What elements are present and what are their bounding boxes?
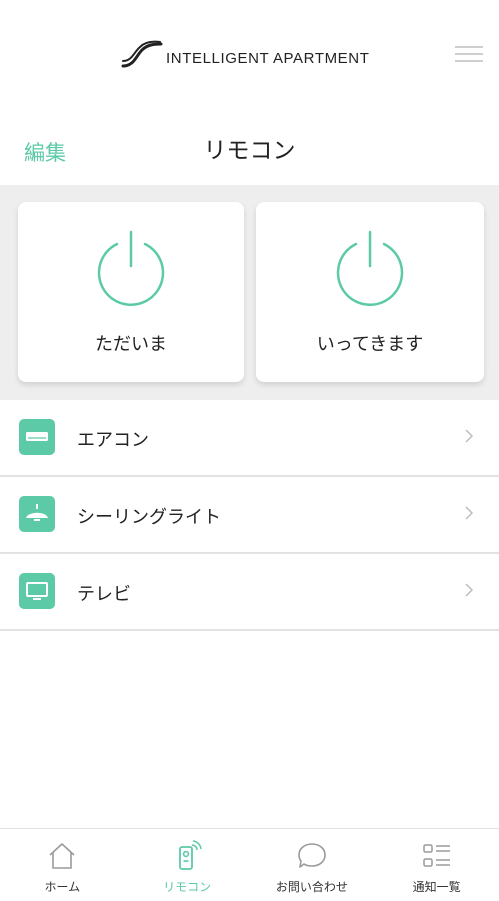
nav-notifications[interactable]: 通知一覧	[374, 829, 499, 901]
nav-home[interactable]: ホーム	[0, 829, 125, 901]
app-header: INTELLIGENT APARTMENT	[0, 0, 499, 115]
nav-remote[interactable]: リモコン	[125, 829, 250, 901]
chat-bubble-icon	[298, 843, 326, 868]
power-icon	[97, 230, 165, 306]
quick-action-label: いってきます	[316, 334, 424, 355]
brand-logo: INTELLIGENT APARTMENT	[120, 40, 369, 70]
list-item-tv[interactable]: テレビ	[0, 554, 499, 631]
wave-logo-icon	[121, 40, 163, 68]
remote-icon	[179, 840, 202, 870]
nav-label: リモコン	[163, 880, 212, 894]
device-list: エアコン シーリングライト テレビ	[0, 400, 499, 631]
list-item-air-conditioner[interactable]: エアコン	[0, 400, 499, 477]
tv-icon	[19, 573, 55, 609]
nav-label: お問い合わせ	[275, 880, 348, 894]
edit-button[interactable]: 編集	[24, 137, 66, 167]
chevron-right-icon	[465, 583, 474, 597]
ceiling-light-icon	[19, 496, 55, 532]
title-row: リモコン 編集	[0, 115, 499, 185]
list-item-label: テレビ	[77, 584, 131, 605]
power-icon	[336, 230, 404, 306]
air-conditioner-icon	[19, 419, 55, 455]
home-icon	[49, 843, 75, 869]
list-item-label: シーリングライト	[77, 507, 221, 528]
quick-action-ittekimasu[interactable]: いってきます	[256, 202, 484, 382]
nav-contact[interactable]: お問い合わせ	[250, 829, 375, 901]
brand-name: INTELLIGENT APARTMENT	[166, 49, 370, 67]
bottom-nav: ホーム リモコン お問い合わせ 通知一覧	[0, 828, 499, 901]
nav-label: 通知一覧	[412, 880, 461, 894]
quick-actions-panel: ただいま いってきます	[0, 185, 499, 400]
list-icon	[422, 844, 450, 867]
chevron-right-icon	[465, 429, 474, 443]
quick-action-label: ただいま	[95, 334, 167, 355]
quick-action-tadaima[interactable]: ただいま	[18, 202, 244, 382]
nav-label: ホーム	[44, 880, 81, 894]
chevron-right-icon	[465, 506, 474, 520]
hamburger-menu-icon[interactable]	[455, 42, 483, 70]
list-item-label: エアコン	[77, 430, 149, 451]
list-item-ceiling-light[interactable]: シーリングライト	[0, 477, 499, 554]
page-title: リモコン	[203, 138, 296, 164]
